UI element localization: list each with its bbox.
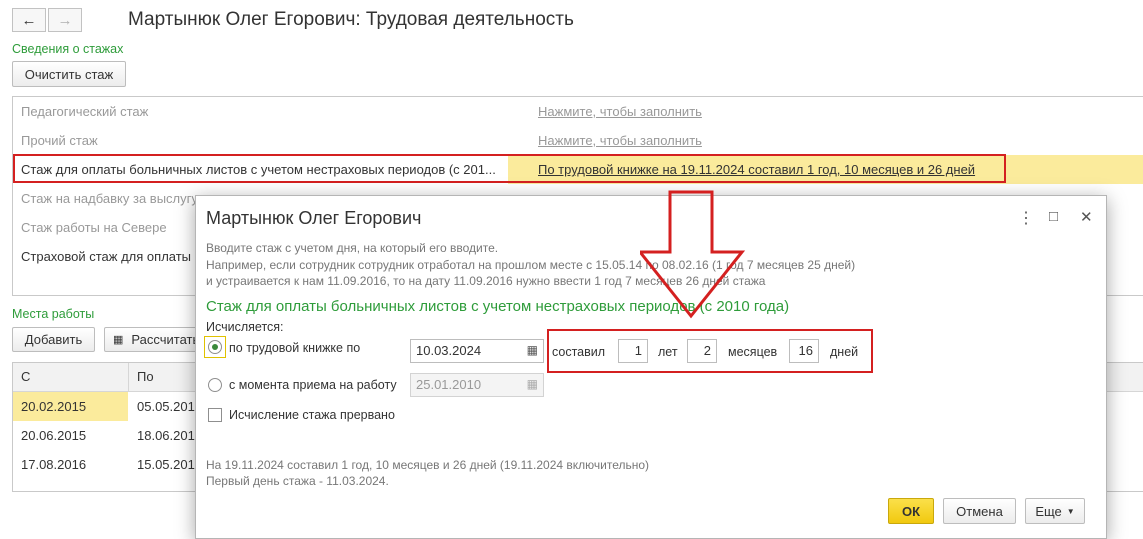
more-menu-icon[interactable]: ⋮ [1018, 208, 1034, 228]
experience-name: Педагогический стаж [21, 104, 149, 119]
hint-line-1: Вводите стаж с учетом дня, на который ег… [206, 241, 499, 255]
workplaces-section-label: Места работы [12, 307, 95, 321]
calculate-label: Рассчитать [131, 332, 200, 347]
hint-line-2: Например, если сотрудник сотрудник отраб… [206, 258, 856, 272]
forward-arrow-icon: → [57, 11, 73, 29]
experience-section-label: Сведения о стажах [12, 42, 124, 56]
option-hire-label: с момента приема на работу [229, 378, 397, 392]
workbook-date-field[interactable]: 10.03.2024 ▦ [410, 339, 544, 363]
close-icon[interactable]: ✕ [1080, 208, 1093, 226]
hire-date-value: 25.01.2010 [416, 377, 482, 392]
forward-button[interactable]: → [48, 8, 82, 32]
annotation-result-box [547, 329, 873, 373]
option-workbook-label: по трудовой книжке по [229, 341, 361, 355]
annotation-down-arrow-icon [640, 190, 746, 319]
row-from: 17.08.2016 [21, 457, 87, 472]
add-workplace-button[interactable]: Добавить [12, 327, 95, 352]
radio-by-workbook[interactable] [208, 340, 222, 354]
calendar-icon[interactable]: ▦ [527, 343, 538, 357]
experience-name: Прочий стаж [21, 133, 98, 148]
radio-from-hire[interactable] [208, 378, 222, 392]
row-to: 18.06.201 [137, 428, 195, 443]
page-title: Мартынюк Олег Егорович: Трудовая деятель… [128, 9, 574, 30]
calculator-icon: ▦ [113, 334, 124, 346]
row-from: 20.06.2015 [21, 428, 87, 443]
back-arrow-icon: ← [21, 11, 37, 29]
column-to[interactable]: По [137, 369, 154, 384]
row-to: 15.05.201 [137, 457, 195, 472]
more-button[interactable]: Еще ▼ [1025, 498, 1085, 524]
experience-name: Стаж работы на Севере [21, 220, 167, 235]
calendar-icon: ▦ [526, 377, 538, 391]
row-from: 20.02.2015 [21, 399, 87, 414]
dropdown-arrow-icon: ▼ [1066, 506, 1075, 516]
interrupted-label: Исчисление стажа прервано [229, 408, 395, 422]
more-label: Еще [1035, 503, 1062, 519]
back-button[interactable]: ← [12, 8, 46, 32]
dialog-title: Мартынюк Олег Егорович [206, 208, 422, 228]
experience-name: Стаж на надбавку за выслугу [21, 191, 198, 206]
summary-line-2: Первый день стажа - 11.03.2024. [206, 474, 389, 488]
annotation-highlight-box [13, 154, 1006, 183]
table-row[interactable]: Прочий стаж Нажмите, чтобы заполнить [13, 126, 1143, 155]
fill-link[interactable]: Нажмите, чтобы заполнить [538, 133, 702, 148]
interrupted-checkbox[interactable] [208, 408, 222, 422]
hire-date-field: 25.01.2010 ▦ [410, 373, 544, 397]
experience-name: Страховой стаж для оплаты б [21, 249, 203, 264]
maximize-icon[interactable]: □ [1049, 208, 1058, 225]
row-to: 05.05.201 [137, 399, 195, 414]
workbook-date-value: 10.03.2024 [416, 343, 482, 358]
table-row[interactable]: Педагогический стаж Нажмите, чтобы запол… [13, 97, 1143, 126]
calc-label: Исчисляется: [206, 320, 284, 334]
column-from[interactable]: С [21, 369, 30, 384]
cancel-button[interactable]: Отмена [943, 498, 1016, 524]
ok-button[interactable]: ОК [888, 498, 934, 524]
clear-experience-button[interactable]: Очистить стаж [12, 61, 126, 87]
summary-line-1: На 19.11.2024 составил 1 год, 10 месяцев… [206, 458, 650, 472]
fill-link[interactable]: Нажмите, чтобы заполнить [538, 104, 702, 119]
